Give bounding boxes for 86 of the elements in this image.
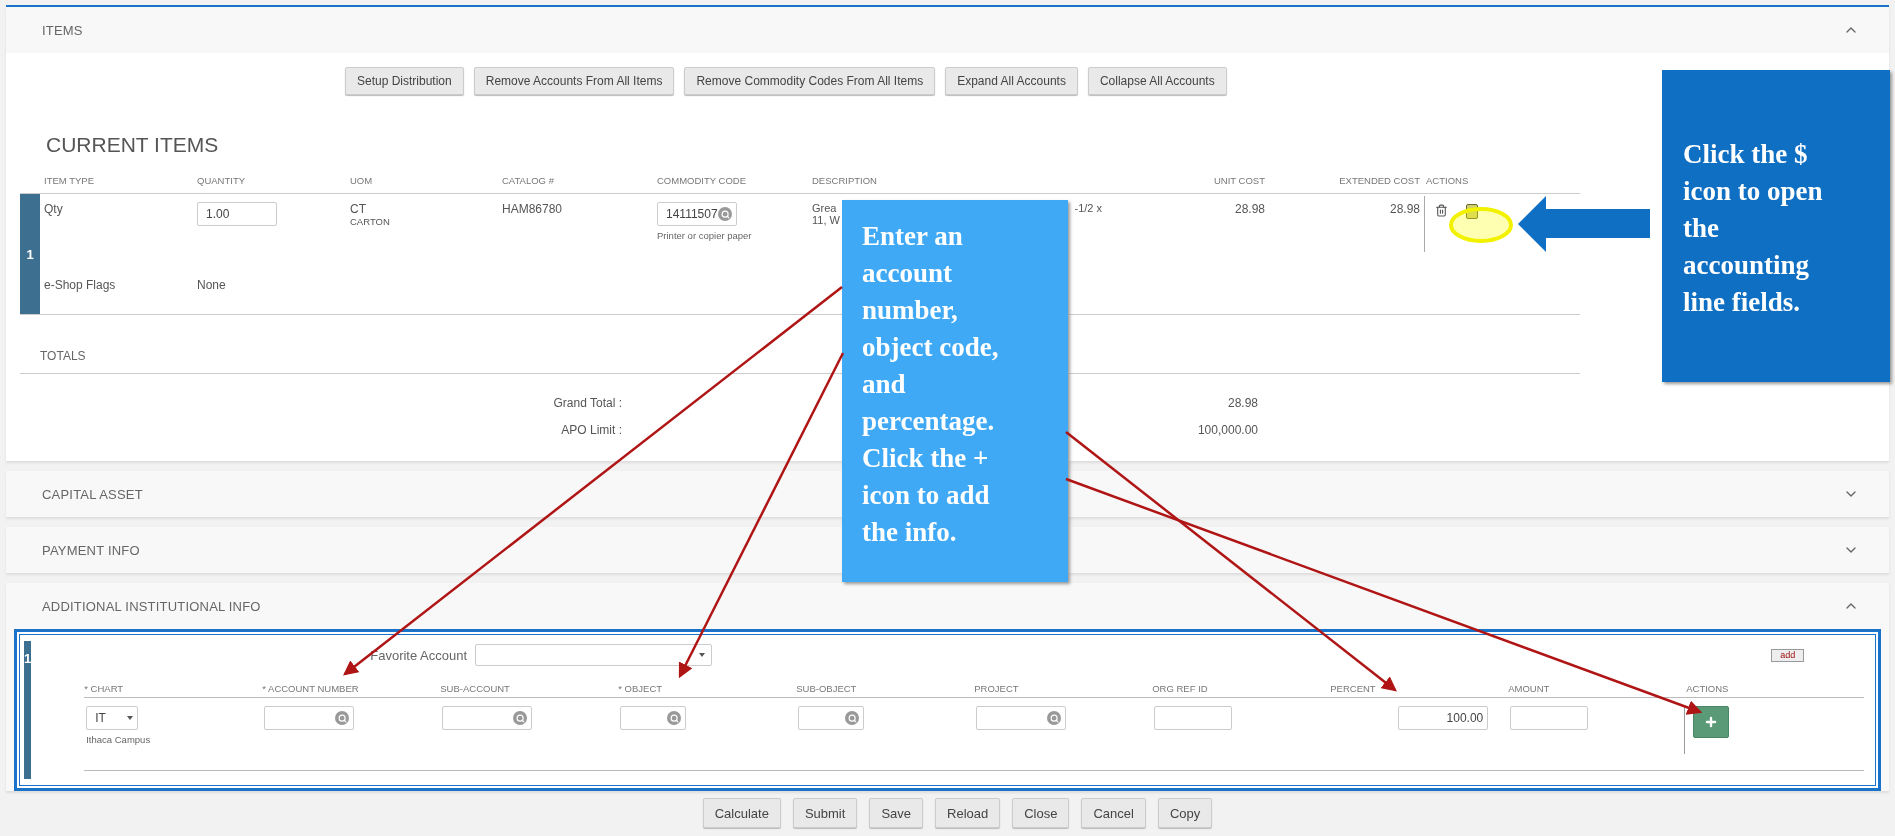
column-header: * CHART (84, 683, 125, 694)
section-header[interactable]: ADDITIONAL INSTITUTIONAL INFO (6, 583, 1889, 629)
section-title: ADDITIONAL INSTITUTIONAL INFO (42, 598, 261, 614)
column-header: DESCRIPTION (812, 175, 878, 188)
quantity-field[interactable]: 1.00 (197, 202, 277, 226)
column-header: EXTENDED COST (1338, 175, 1420, 188)
column-header: COMMODITY CODE (657, 175, 748, 188)
search-icon[interactable] (667, 711, 682, 725)
form-button[interactable]: Cancel (1081, 798, 1146, 828)
form-button[interactable]: Reload (935, 798, 1001, 828)
column-header: QUANTITY (197, 175, 247, 188)
flags-label: e-Shop Flags (44, 278, 117, 294)
column-header: ITEM TYPE (44, 175, 95, 188)
search-icon[interactable] (845, 711, 860, 725)
form-button[interactable]: Copy (1157, 798, 1213, 828)
chart-name: Ithaca Campus (86, 734, 152, 745)
column-header: SUB-OBJECT (796, 683, 858, 694)
search-icon[interactable] (335, 711, 350, 725)
lookup-field[interactable] (620, 706, 687, 730)
total-label: APO Limit : (561, 423, 622, 437)
unit-cost: 28.98 (1233, 202, 1265, 216)
instruction-callout: Click the $ icon to open the accounting line fields. (1662, 70, 1890, 382)
column-header: SUB-ACCOUNT (440, 683, 511, 694)
uom-name: CARTON (350, 216, 391, 227)
extended-cost: 28.98 (1388, 202, 1420, 216)
form-button[interactable]: Save (869, 798, 923, 828)
section-title: CAPITAL ASSET (42, 486, 143, 502)
column-header: AMOUNT (1508, 683, 1551, 694)
input-field[interactable] (1154, 706, 1233, 730)
uom-code: CT (350, 202, 367, 216)
dollar-document-icon[interactable] (1466, 204, 1478, 219)
input-field[interactable] (1510, 706, 1589, 730)
total-label: Grand Total : (553, 396, 622, 410)
highlight-ellipse (1449, 207, 1513, 243)
column-header: PROJECT (974, 683, 1020, 694)
column-header: * OBJECT (618, 683, 664, 694)
dropdown-caret-icon (127, 716, 134, 720)
input-field[interactable]: 100.00 (1398, 706, 1489, 730)
line-number: 1 (24, 641, 32, 779)
favorite-account-label: Favorite Account (370, 647, 468, 663)
column-header: UNIT COST (1212, 175, 1265, 188)
row-number: 1 (20, 194, 40, 314)
items-heading: CURRENT ITEMS (46, 133, 219, 158)
chart-select[interactable]: IT (86, 706, 139, 730)
column-header: UOM (350, 175, 374, 188)
toolbar-button[interactable]: Expand All Accounts (945, 67, 1078, 95)
flags-value: None (197, 278, 227, 294)
column-header: ACTIONS (1686, 683, 1730, 694)
add-button[interactable]: add (1771, 648, 1805, 662)
description-text: -1/2 x (1074, 202, 1102, 216)
form-button[interactable]: Close (1012, 798, 1070, 828)
add-line-button[interactable] (1693, 706, 1730, 738)
lookup-field[interactable] (798, 706, 865, 730)
column-header: * ACCOUNT NUMBER (262, 683, 360, 694)
lookup-field[interactable] (264, 706, 355, 730)
trash-icon[interactable] (1435, 204, 1448, 217)
search-icon[interactable] (718, 207, 732, 221)
column-header: ORG REF ID (1152, 683, 1209, 694)
item-type: Qty (44, 202, 64, 216)
plus-icon (1704, 715, 1719, 729)
favorite-account-select[interactable] (475, 644, 713, 666)
section-title: PAYMENT INFO (42, 542, 140, 558)
toolbar-button[interactable]: Collapse All Accounts (1087, 67, 1227, 95)
toolbar-button[interactable]: Setup Distribution (345, 67, 464, 95)
toolbar-button[interactable]: Remove Commodity Codes From All Items (684, 67, 936, 95)
catalog-number: HAM86780 (502, 202, 564, 216)
section-title: ITEMS (42, 22, 83, 38)
total-value: 28.98 (1227, 396, 1258, 410)
dropdown-caret-icon (699, 653, 706, 657)
description-text: 11, W (812, 214, 840, 226)
description-text: Grea (812, 202, 838, 214)
toolbar-button[interactable]: Remove Accounts From All Items (473, 67, 675, 95)
section-header[interactable]: ITEMS (6, 7, 1889, 53)
lookup-field[interactable] (976, 706, 1067, 730)
form-button[interactable]: Calculate (702, 798, 781, 828)
column-header: PERCENT (1330, 683, 1377, 694)
lookup-field[interactable] (442, 706, 533, 730)
commodity-code-field[interactable]: 14111507 (657, 202, 737, 226)
instruction-callout: Enter an account number, object code, and percentage. Click the + icon to add the info. (842, 200, 1068, 582)
form-button[interactable]: Submit (792, 798, 858, 828)
column-header: CATALOG # (502, 175, 555, 188)
commodity-name: Printer or copier paper (657, 230, 753, 241)
total-value: 100,000.00 (1197, 423, 1258, 437)
search-icon[interactable] (1047, 711, 1062, 725)
search-icon[interactable] (513, 711, 528, 725)
column-header: ACTIONS (1425, 175, 1470, 188)
